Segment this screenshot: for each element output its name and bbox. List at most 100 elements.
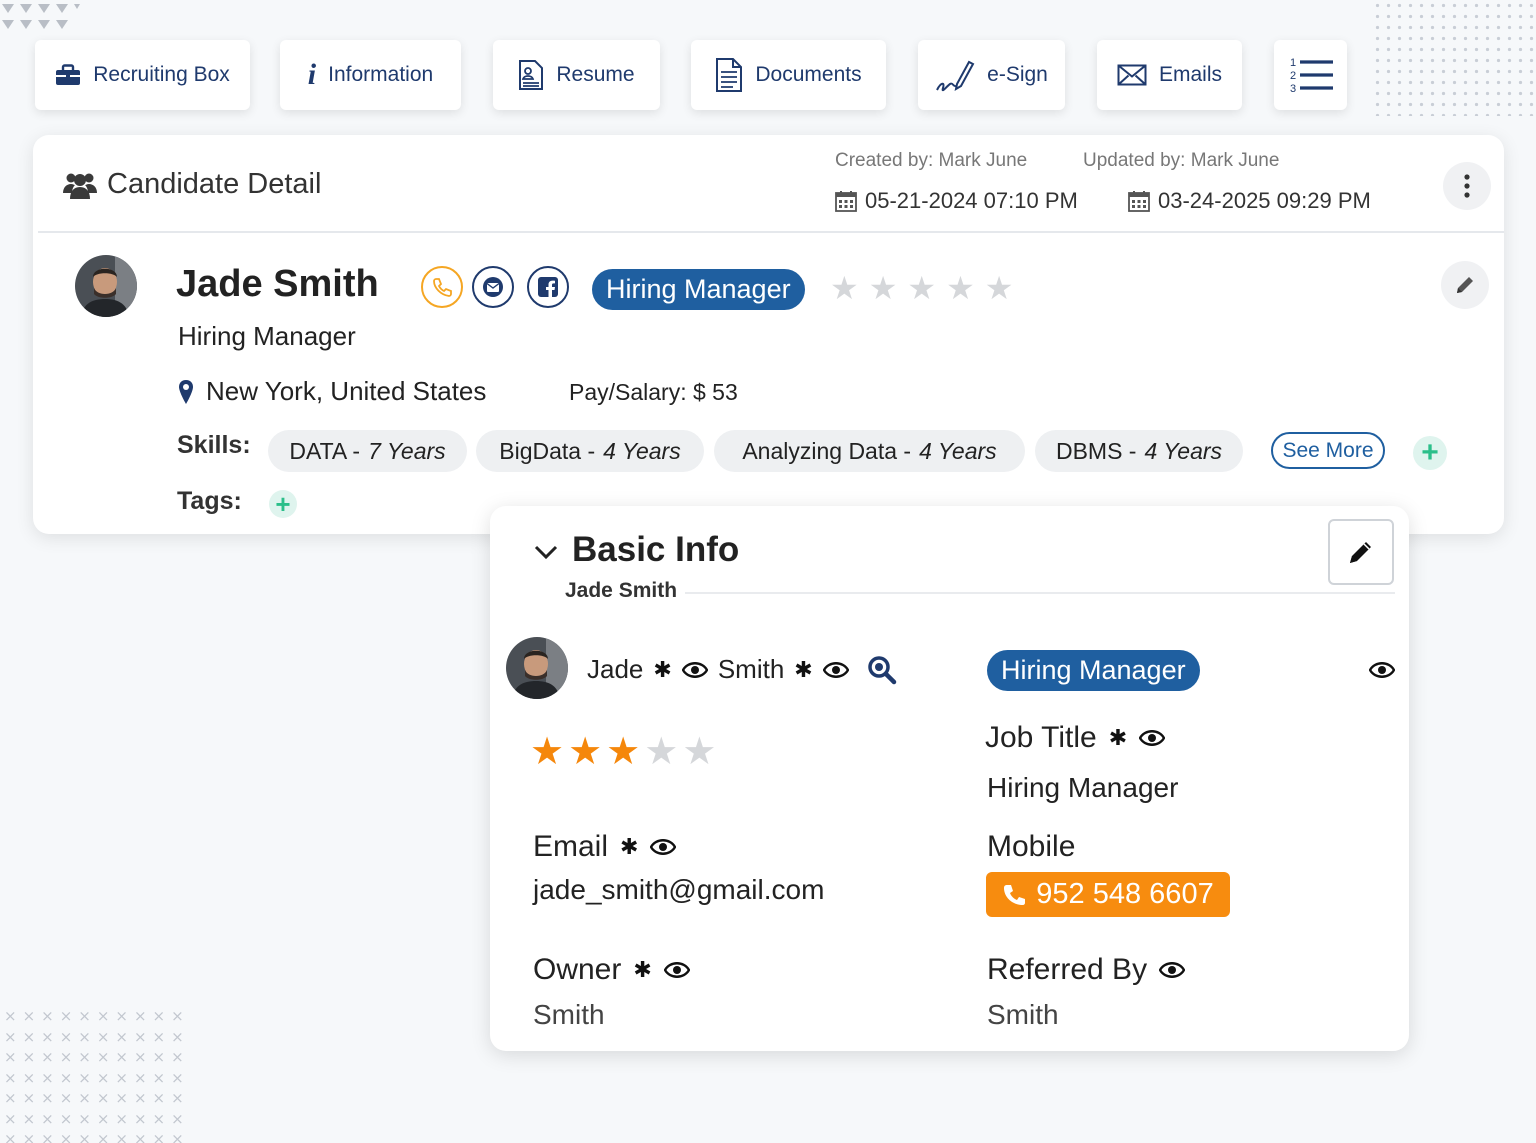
tab-numbered-list[interactable]: 1 2 3	[1274, 40, 1347, 110]
tab-label: Information	[328, 63, 434, 86]
eye-icon[interactable]	[1369, 661, 1395, 679]
owner-value: Smith	[533, 999, 605, 1030]
skills-label: Skills:	[177, 431, 251, 459]
info-icon: i	[307, 58, 317, 91]
envelope-icon	[1117, 64, 1147, 86]
star-icon[interactable]: ★	[682, 729, 716, 774]
envelope-icon	[483, 277, 503, 297]
more-options-button[interactable]	[1443, 162, 1491, 210]
skill-name: DBMS -	[1055, 437, 1137, 464]
avatar	[75, 255, 137, 317]
required-asterisk-icon: ✱	[653, 656, 672, 682]
mobile-call-button[interactable]: 952 548 6607	[986, 872, 1230, 917]
star-icon[interactable]: ★	[644, 729, 678, 774]
last-name: Smith	[717, 654, 785, 684]
rating-stars[interactable]: ★ ★ ★ ★ ★	[830, 269, 1013, 307]
candidate-name: Jade Smith	[176, 263, 379, 305]
tab-recruiting-box[interactable]: Recruiting Box	[35, 40, 250, 110]
numbered-list-icon: 1 2 3	[1290, 57, 1333, 95]
tab-information[interactable]: i Information	[280, 40, 461, 110]
add-skill-button[interactable]: +	[1413, 436, 1447, 470]
candidate-job-title: Hiring Manager	[178, 321, 356, 351]
decorative-dots	[1372, 0, 1536, 116]
email-value[interactable]: jade_smith@gmail.com	[533, 874, 824, 906]
star-icon[interactable]: ★	[869, 269, 898, 307]
eye-icon[interactable]	[650, 838, 677, 856]
eye-icon[interactable]	[681, 661, 708, 679]
tab-emails[interactable]: Emails	[1097, 40, 1242, 110]
eye-icon[interactable]	[1139, 729, 1166, 747]
name-fields: Jade ✱ Smith ✱	[587, 654, 897, 685]
required-asterisk-icon: ✱	[620, 834, 639, 859]
see-more-skills-button[interactable]: See More	[1271, 432, 1385, 469]
tab-label: Emails	[1158, 63, 1222, 86]
star-icon[interactable]: ★	[907, 269, 936, 307]
rating-stars[interactable]: ★ ★ ★ ★ ★	[530, 729, 716, 774]
eye-icon[interactable]	[663, 961, 690, 979]
skill-name: Analyzing Data -	[742, 437, 912, 464]
star-icon[interactable]: ★	[946, 269, 975, 307]
tab-esign[interactable]: e-Sign	[918, 40, 1065, 110]
skill-chip: DBMS - 4 Years	[1035, 430, 1243, 472]
email-label-text: Email	[533, 830, 609, 863]
resume-icon	[519, 60, 544, 90]
calendar-icon	[835, 191, 857, 212]
star-icon[interactable]: ★	[530, 729, 564, 774]
created-date-value: 05-21-2024 07:10 PM	[865, 188, 1078, 213]
chevron-down-icon[interactable]	[534, 544, 558, 560]
referred-by-label-text: Referred By	[987, 953, 1148, 986]
eye-icon[interactable]	[822, 661, 849, 679]
job-title-label-text: Job Title	[985, 721, 1097, 754]
tab-label: e-Sign	[987, 63, 1048, 86]
phone-icon	[1004, 884, 1026, 905]
role-badge: Hiring Manager	[987, 650, 1200, 691]
skill-years: 4 Years	[603, 437, 681, 464]
candidate-detail-card: Candidate Detail Created by: Mark June U…	[33, 135, 1504, 534]
required-asterisk-icon: ✱	[794, 656, 813, 682]
tab-documents[interactable]: Documents	[691, 40, 886, 110]
job-title-value: Hiring Manager	[987, 772, 1179, 803]
eye-icon[interactable]	[1159, 961, 1186, 979]
mobile-label-text: Mobile	[987, 830, 1076, 863]
pencil-icon	[1457, 277, 1473, 293]
pencil-icon	[1350, 542, 1371, 563]
role-badge: Hiring Manager	[592, 269, 805, 310]
decorative-crosses: ×××××××××× ×××××××××× ×××××××××× ×××××××…	[4, 1007, 190, 1143]
required-asterisk-icon: ✱	[1108, 725, 1128, 750]
tab-resume[interactable]: Resume	[493, 40, 660, 110]
pay-label: Pay/Salary:	[569, 379, 687, 405]
add-tag-button[interactable]: +	[269, 489, 297, 519]
star-icon[interactable]: ★	[830, 269, 859, 307]
tab-label: Documents	[755, 63, 862, 86]
location: New York, United States	[178, 376, 486, 407]
owner-label: Owner ✱	[533, 953, 690, 987]
avatar	[506, 637, 568, 699]
tags-label: Tags:	[177, 487, 242, 515]
pay-value: $ 53	[693, 379, 738, 405]
vertical-dots-icon	[1464, 174, 1470, 198]
owner-label-text: Owner	[533, 953, 622, 986]
edit-basic-info-button[interactable]	[1328, 519, 1394, 585]
document-icon	[716, 58, 743, 92]
updated-date-value: 03-24-2025 09:29 PM	[1158, 188, 1371, 213]
facebook-button[interactable]	[527, 266, 569, 308]
header-divider	[38, 231, 1504, 233]
edit-candidate-button[interactable]	[1441, 261, 1489, 309]
tab-label: Recruiting Box	[93, 63, 230, 86]
skill-name: DATA -	[289, 437, 361, 464]
briefcase-icon	[56, 64, 81, 85]
required-asterisk-icon: ✱	[633, 957, 652, 982]
star-icon[interactable]: ★	[568, 729, 602, 774]
star-icon[interactable]: ★	[606, 729, 640, 774]
search-magnify-icon[interactable]	[867, 655, 897, 685]
skill-name: BigData -	[499, 437, 596, 464]
call-button[interactable]	[421, 266, 463, 308]
card-header: Candidate Detail	[63, 168, 321, 201]
phone-icon	[433, 278, 452, 297]
panel-title: Basic Info	[572, 530, 740, 569]
location-text: New York, United States	[206, 376, 487, 406]
star-icon[interactable]: ★	[985, 269, 1014, 307]
users-icon	[63, 173, 97, 199]
email-button[interactable]	[472, 266, 514, 308]
skill-years: 4 Years	[919, 437, 997, 464]
